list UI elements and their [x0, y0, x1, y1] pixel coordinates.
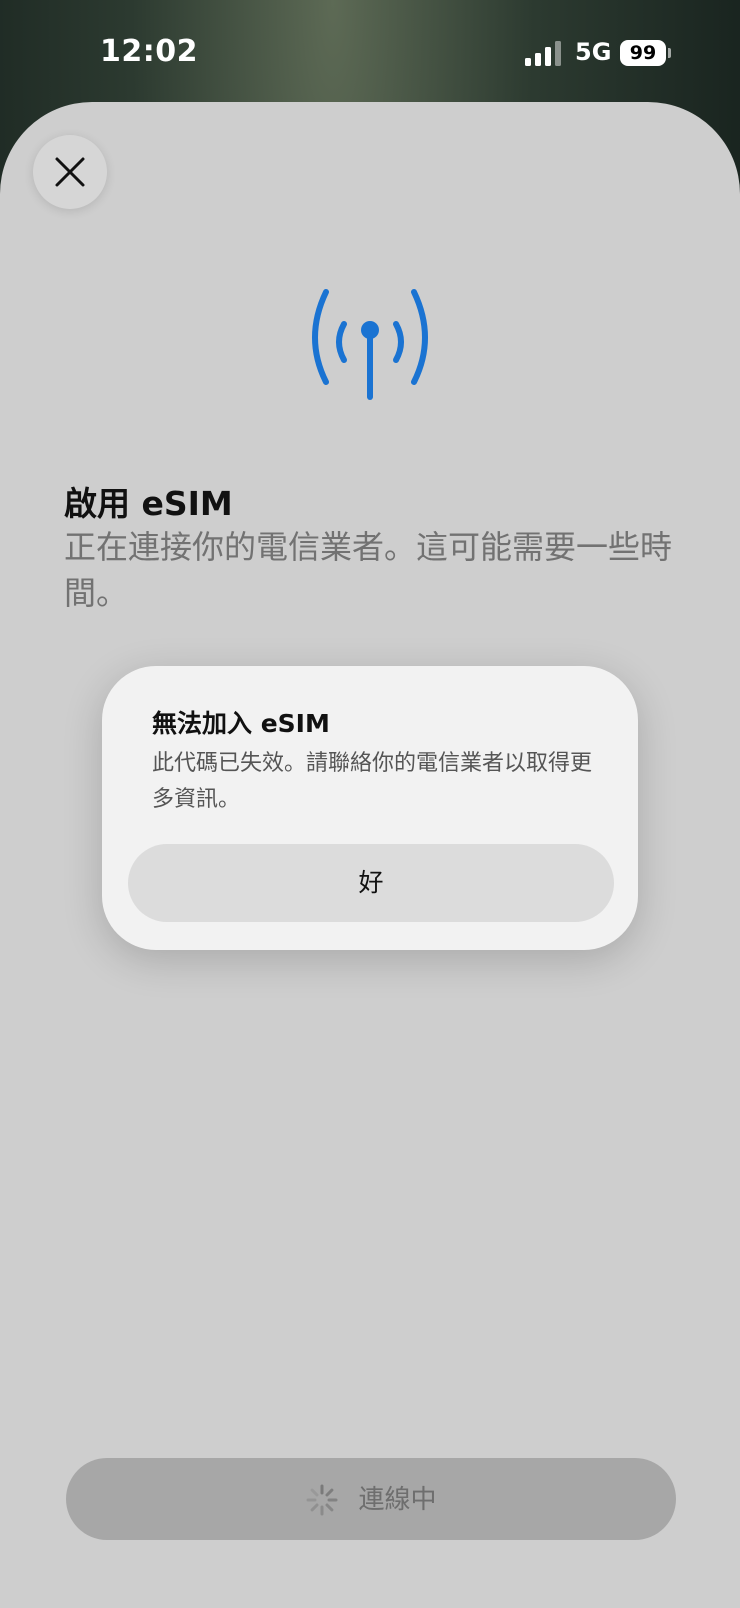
status-bar: 12:02 5G 99: [0, 0, 740, 100]
page-subtitle: 正在連接你的電信業者。這可能需要一些時間。: [64, 528, 673, 612]
connecting-button[interactable]: 連線中: [66, 1458, 676, 1540]
status-time: 12:02: [100, 34, 198, 69]
network-type: 5G: [575, 38, 612, 66]
connecting-button-content: 連線中: [66, 1458, 676, 1540]
alert-title: 無法加入 eSIM: [152, 709, 330, 738]
battery-icon: 99: [620, 40, 671, 66]
battery-level: 99: [620, 40, 666, 66]
page-title: 啟用 eSIM: [64, 484, 233, 523]
esim-setup-sheet: 啟用 eSIM 正在連接你的電信業者。這可能需要一些時間。 無法加入 eSIM …: [0, 102, 740, 1608]
activity-spinner-icon: [306, 1484, 338, 1515]
close-icon: [55, 157, 85, 187]
antenna-signal-icon: [312, 289, 428, 400]
battery-cap: [668, 48, 671, 58]
connecting-label: 連線中: [358, 1484, 437, 1515]
alert-message: 此代碼已失效。請聯絡你的電信業者以取得更多資訊。: [152, 751, 593, 812]
cellular-signal-icon: [525, 41, 561, 66]
ok-button[interactable]: 好: [128, 844, 614, 922]
close-button[interactable]: [33, 135, 107, 209]
error-alert-dialog: 無法加入 eSIM 此代碼已失效。請聯絡你的電信業者以取得更多資訊。 好: [102, 666, 638, 950]
